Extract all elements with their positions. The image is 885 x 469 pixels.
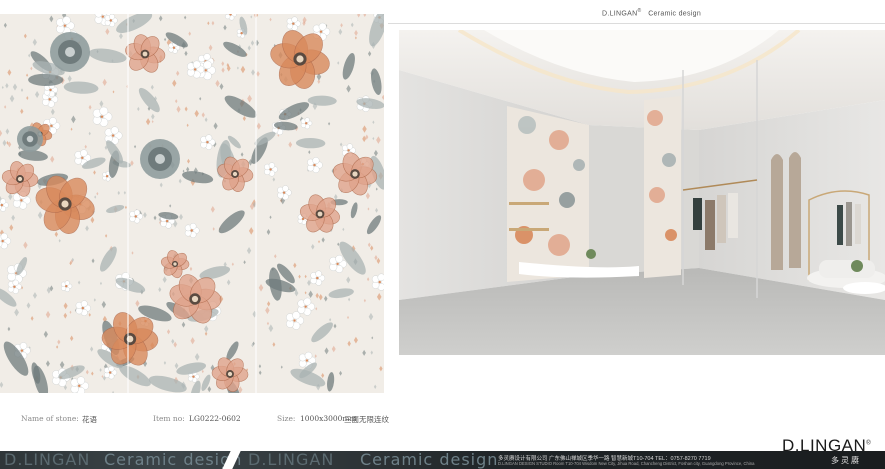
showroom-render bbox=[399, 30, 885, 355]
footer-watermark-brand-2: D.LINGAN bbox=[248, 451, 335, 469]
footer-watermark-tagline-2: Ceramic design bbox=[360, 451, 499, 469]
top-brand-text: D.LINGAN® Ceramic design bbox=[602, 8, 701, 17]
footer-bar: D.LINGAN Ceramic design D.LINGAN Ceramic… bbox=[0, 451, 885, 469]
footer-address-en: D.LINGAN DESIGN STUDIO Room T10-704 Wisd… bbox=[498, 461, 755, 466]
tile-pattern-panel bbox=[0, 14, 384, 393]
brand-logo-mark: ® bbox=[866, 440, 872, 447]
floral-tile-pattern-icon bbox=[0, 14, 384, 393]
footer-watermark-brand: D.LINGAN bbox=[4, 451, 91, 469]
item-no-label: Item no: bbox=[153, 414, 185, 423]
footer-watermark-tagline: Ceramic design bbox=[104, 451, 243, 469]
brand-name: D.LINGAN bbox=[602, 10, 638, 18]
stone-name-label: Name of stone: bbox=[21, 414, 79, 423]
showroom-render-icon bbox=[399, 30, 885, 355]
brand-trademark: ® bbox=[637, 8, 642, 14]
top-brand-bar: D.LINGAN® Ceramic design bbox=[388, 0, 885, 24]
stone-name-value: 花语 bbox=[82, 415, 97, 424]
brand-logo: D.LINGAN® bbox=[782, 436, 871, 456]
size-note: 三面无限连纹 bbox=[344, 415, 389, 424]
brand-logo-text: D.LINGAN bbox=[782, 436, 867, 455]
brand-logo-sub: 多灵赓 bbox=[831, 456, 861, 465]
brand-tagline: Ceramic design bbox=[648, 10, 702, 18]
size-label: Size: bbox=[277, 414, 296, 423]
item-no-value: LG0222-0602 bbox=[189, 414, 241, 423]
